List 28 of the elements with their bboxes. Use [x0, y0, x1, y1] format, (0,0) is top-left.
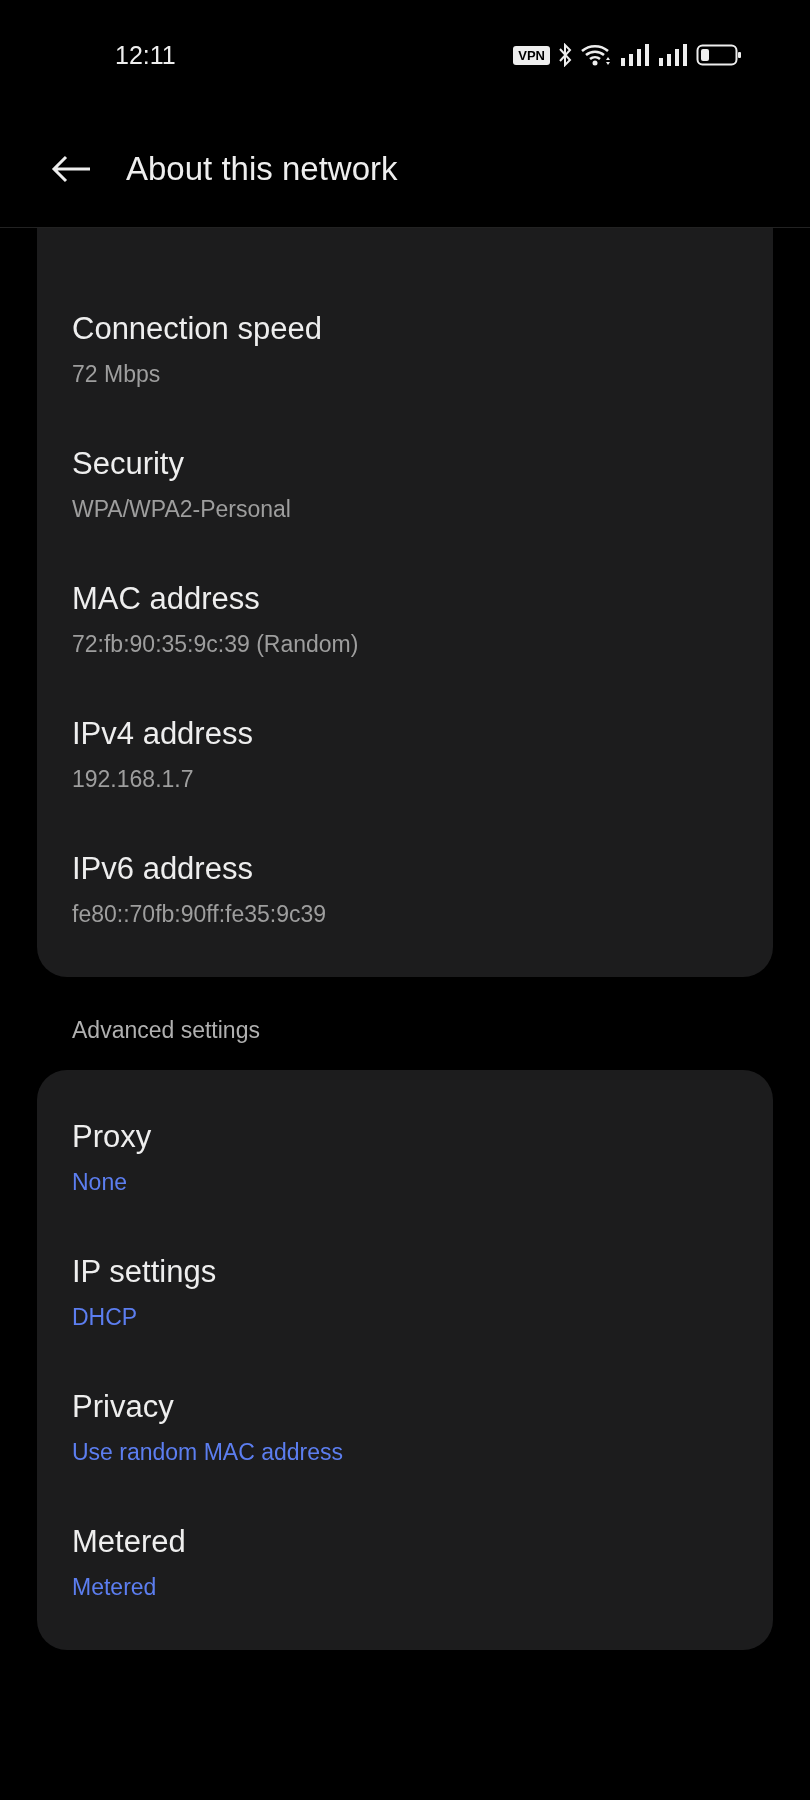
item-title[interactable]: IP settings — [72, 1254, 217, 1290]
item-value: WPA/WPA2-Personal — [72, 496, 291, 523]
vpn-badge: VPN — [513, 45, 550, 65]
back-button[interactable] — [50, 153, 92, 184]
section-heading: Advanced settings — [71, 1016, 261, 1045]
item-title: IPv6 address — [72, 851, 253, 887]
item-value: Use random MAC address — [72, 1439, 343, 1466]
item-value: None — [72, 1169, 127, 1196]
item-value: DHCP — [72, 1304, 138, 1331]
signal-icon — [658, 43, 688, 67]
item-title[interactable]: Metered — [72, 1524, 186, 1560]
item-value: 72:fb:90:35:9c:39 (Random) — [72, 631, 359, 658]
item-title: Connection speed — [72, 311, 322, 347]
clock-time: 12:11 — [115, 40, 177, 70]
item-title: Security — [72, 446, 184, 482]
item-title[interactable]: Privacy — [72, 1389, 174, 1425]
item-title: IPv4 address — [72, 716, 253, 752]
item-title[interactable]: Proxy — [72, 1119, 152, 1155]
bluetooth-icon — [558, 43, 572, 67]
item-value: Metered — [72, 1574, 157, 1601]
item-value: 72 Mbps — [72, 361, 161, 388]
item-value: fe80::70fb:90ff:fe35:9c39 — [72, 901, 327, 928]
signal-icon — [620, 43, 650, 67]
item-title: MAC address — [72, 581, 260, 617]
battery-icon — [696, 43, 742, 67]
item-value: 192.168.1.7 — [72, 766, 194, 793]
wifi-icon — [580, 43, 612, 67]
page-title: About this network — [126, 149, 398, 188]
